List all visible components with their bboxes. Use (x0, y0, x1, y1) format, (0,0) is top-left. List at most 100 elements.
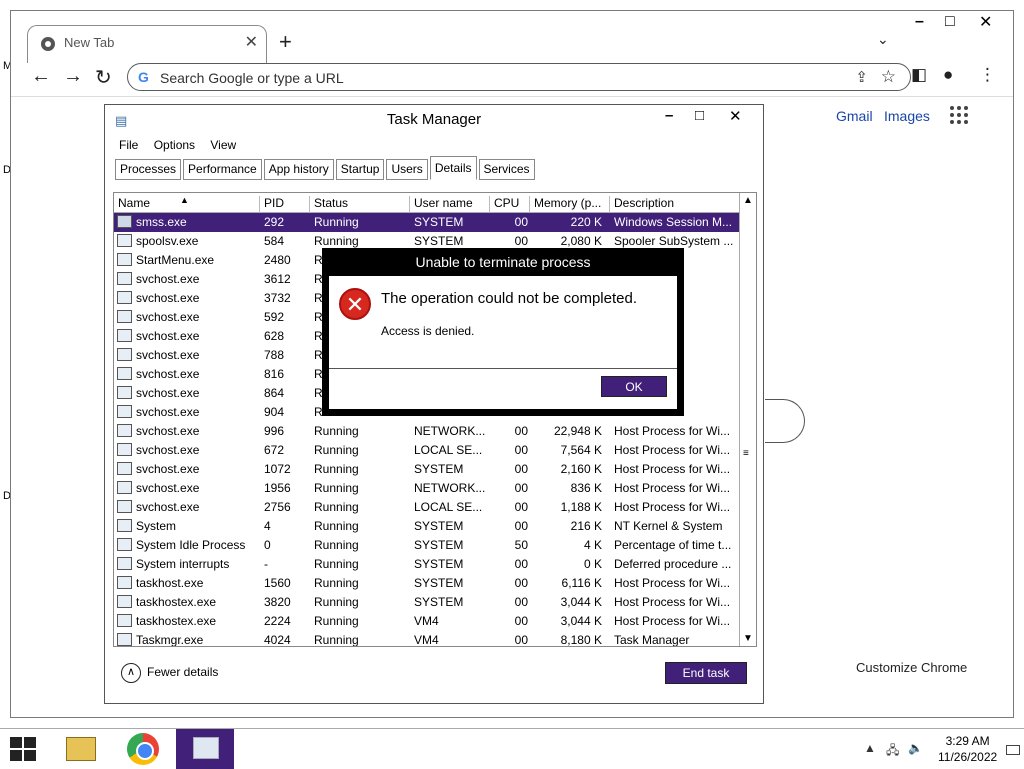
col-status[interactable]: Status (310, 196, 410, 213)
volume-icon[interactable]: 🔈 (908, 741, 923, 755)
tab-new-tab[interactable]: New Tab ✕ (27, 25, 267, 63)
scroll-thumb-icon[interactable]: ≡ (743, 448, 749, 459)
tray-overflow-icon[interactable]: ▲ (864, 741, 876, 755)
table-row[interactable]: svchost.exe 1956 Running NETWORK... 00 836 K H… (114, 479, 740, 498)
table-row[interactable]: System Idle Process 0 Running SYSTEM 50 4 K Pe… (114, 536, 740, 555)
cell-user: NETWORK... (414, 424, 486, 438)
menu-options[interactable]: Options (154, 138, 195, 152)
profile-avatar-icon[interactable]: ● (943, 65, 953, 85)
cell-pid: 3820 (264, 595, 291, 609)
minimize-icon[interactable]: – (915, 13, 924, 31)
tm-minimize-icon[interactable]: – (665, 107, 673, 124)
close-window-icon[interactable]: ✕ (979, 12, 992, 32)
forward-arrow-icon[interactable]: → (63, 65, 83, 88)
cell-name: System (136, 519, 177, 533)
tab-details[interactable]: Details (429, 156, 477, 180)
table-row[interactable]: taskhostex.exe 3820 Running SYSTEM 00 3,044 K… (114, 593, 740, 612)
tab-startup[interactable]: Startup (335, 159, 385, 180)
cell-name: svchost.exe (136, 310, 200, 324)
process-icon (117, 405, 132, 418)
menu-file[interactable]: File (119, 138, 138, 152)
folder-icon (66, 737, 96, 761)
taskbar-task-manager[interactable] (176, 729, 234, 769)
system-clock[interactable]: 3:29 AM 11/26/2022 (938, 733, 997, 765)
side-panel-icon[interactable]: ◧ (911, 65, 927, 85)
taskbar-file-explorer[interactable] (52, 729, 110, 769)
network-icon[interactable]: 🖧 (886, 741, 899, 762)
cell-description: Host Process for Wi... (614, 500, 731, 514)
table-row[interactable]: System interrupts - Running SYSTEM 00 0 K Defe… (114, 555, 740, 574)
tab-processes[interactable]: Processes (115, 159, 182, 180)
process-icon (117, 595, 132, 608)
table-row[interactable]: svchost.exe 672 Running LOCAL SE... 00 7,564 … (114, 441, 740, 460)
menu-kebab-icon[interactable]: ⋮ (979, 65, 996, 85)
tab-performance[interactable]: Performance (183, 159, 262, 180)
cell-cpu: 00 (514, 234, 528, 248)
cell-user: LOCAL SE... (414, 500, 483, 514)
col-description[interactable]: Description (610, 196, 740, 213)
cell-cpu: 00 (514, 215, 528, 229)
table-row[interactable]: Taskmgr.exe 4024 Running VM4 00 8,180 K Task M… (114, 631, 740, 646)
tm-close-icon[interactable]: ✕ (729, 107, 742, 125)
process-icon (117, 367, 132, 380)
notification-icon[interactable] (1006, 745, 1020, 755)
taskbar-chrome[interactable] (114, 729, 172, 769)
col-user-name[interactable]: User name (410, 196, 490, 213)
fewer-details-button[interactable]: ∧ Fewer details (121, 663, 218, 683)
table-row[interactable]: svchost.exe 2756 Running LOCAL SE... 00 1,188… (114, 498, 740, 517)
cell-pid: 3732 (264, 291, 291, 305)
process-icon (117, 576, 132, 589)
customize-chrome-button[interactable]: Customize Chrome (856, 660, 967, 675)
cell-pid: 592 (264, 310, 285, 324)
new-tab-button[interactable]: + (279, 29, 292, 55)
omnibox[interactable]: G Search Google or type a URL ⇪ ☆ (127, 63, 911, 91)
cell-memory: 220 K (570, 215, 602, 229)
cell-name: System interrupts (136, 557, 230, 571)
vertical-scrollbar[interactable]: ▲ ≡ ▼ (739, 193, 756, 646)
ok-button[interactable]: OK (601, 376, 667, 397)
col-name[interactable]: Name ▲ (114, 195, 260, 213)
col-pid[interactable]: PID (260, 196, 310, 213)
end-task-button[interactable]: End task (665, 662, 747, 684)
cell-pid: 672 (264, 443, 285, 457)
cell-name: svchost.exe (136, 462, 200, 476)
process-icon (117, 348, 132, 361)
cell-status: Running (314, 443, 359, 457)
tab-search-chevron-icon[interactable]: ⌄ (877, 31, 889, 48)
table-row[interactable]: svchost.exe 996 Running NETWORK... 00 22,948 … (114, 422, 740, 441)
cell-cpu: 00 (514, 443, 528, 457)
images-link[interactable]: Images (884, 108, 930, 124)
cell-name: spoolsv.exe (136, 234, 199, 248)
menu-view[interactable]: View (210, 138, 236, 152)
process-icon (117, 253, 132, 266)
tm-tabs: Processes Performance App history Startu… (115, 156, 537, 180)
scroll-down-icon[interactable]: ▼ (743, 633, 753, 644)
reload-icon[interactable]: ↻ (95, 65, 112, 90)
cell-description: Host Process for Wi... (614, 481, 731, 495)
table-row[interactable]: taskhost.exe 1560 Running SYSTEM 00 6,116 K Ho… (114, 574, 740, 593)
cell-name: svchost.exe (136, 405, 200, 419)
cell-description: Host Process for Wi... (614, 576, 731, 590)
scroll-up-icon[interactable]: ▲ (743, 195, 753, 206)
col-cpu[interactable]: CPU (490, 196, 530, 213)
tab-users[interactable]: Users (386, 159, 428, 180)
bookmark-star-icon[interactable]: ☆ (881, 67, 896, 87)
cell-status: Running (314, 234, 359, 248)
table-row[interactable]: smss.exe 292 Running SYSTEM 00 220 K Windows S… (114, 213, 740, 232)
gmail-link[interactable]: Gmail (836, 108, 873, 124)
windows-start-icon[interactable] (10, 737, 38, 761)
tm-maximize-icon[interactable]: □ (695, 107, 704, 124)
tab-services[interactable]: Services (478, 159, 535, 180)
cell-cpu: 00 (514, 500, 528, 514)
table-row[interactable]: taskhostex.exe 2224 Running VM4 00 3,044 K Hos… (114, 612, 740, 631)
tab-app-history[interactable]: App history (263, 159, 334, 180)
close-tab-icon[interactable]: ✕ (245, 32, 258, 52)
table-row[interactable]: System 4 Running SYSTEM 00 216 K NT Kernel & S… (114, 517, 740, 536)
back-arrow-icon[interactable]: ← (31, 65, 51, 88)
cell-user: SYSTEM (414, 538, 464, 552)
col-memory[interactable]: Memory (p... (530, 196, 610, 213)
share-icon[interactable]: ⇪ (855, 68, 868, 86)
maximize-icon[interactable]: □ (945, 13, 955, 31)
google-apps-icon[interactable] (950, 106, 968, 124)
table-row[interactable]: svchost.exe 1072 Running SYSTEM 00 2,160 K Hos… (114, 460, 740, 479)
